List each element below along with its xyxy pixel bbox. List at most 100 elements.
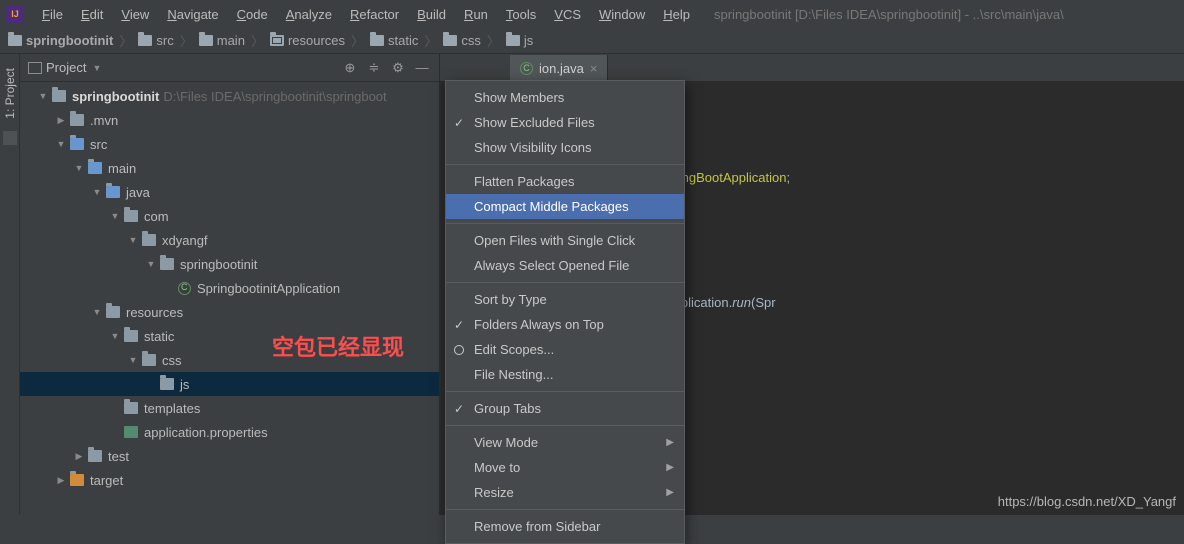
menu-item-label: Open Files with Single Click xyxy=(474,233,635,248)
menu-file[interactable]: File xyxy=(34,4,71,25)
breadcrumb-item[interactable]: css xyxy=(443,33,481,48)
menu-item-compact-middle-packages[interactable]: Compact Middle Packages xyxy=(446,194,684,219)
breadcrumb-label: static xyxy=(388,33,418,48)
menu-item-show-excluded-files[interactable]: ✓Show Excluded Files xyxy=(446,110,684,135)
tree-node[interactable]: ▶target xyxy=(20,468,439,492)
menu-item-edit-scopes-[interactable]: Edit Scopes... xyxy=(446,337,684,362)
target-icon[interactable]: ⊕ xyxy=(341,59,359,77)
project-panel-title[interactable]: Project ▼ xyxy=(28,60,335,75)
arrow-right-icon[interactable]: ▶ xyxy=(56,475,66,486)
arrow-down-icon[interactable]: ▼ xyxy=(146,259,156,269)
editor-tab[interactable]: C ion.java × xyxy=(510,55,608,81)
arrow-down-icon[interactable]: ▼ xyxy=(110,211,120,221)
menu-item-group-tabs[interactable]: ✓Group Tabs xyxy=(446,396,684,421)
arrow-right-icon[interactable]: ▶ xyxy=(74,451,84,462)
menu-code[interactable]: Code xyxy=(229,4,276,25)
project-tool-panel: Project ▼ ⊕ ≑ ⚙ ― 空包已经显现 ▼springbootinit… xyxy=(20,54,440,515)
breadcrumb-item[interactable]: static xyxy=(370,33,418,48)
breadcrumb-label: js xyxy=(524,33,533,48)
close-icon[interactable]: × xyxy=(590,61,598,76)
menu-item-label: Show Excluded Files xyxy=(474,115,595,130)
tree-node[interactable]: js xyxy=(20,372,439,396)
menu-help[interactable]: Help xyxy=(655,4,698,25)
menu-refactor[interactable]: Refactor xyxy=(342,4,407,25)
menu-item-file-nesting-[interactable]: File Nesting... xyxy=(446,362,684,387)
tree-node[interactable]: ▼css xyxy=(20,348,439,372)
toolwindow-square-icon xyxy=(3,131,17,145)
chevron-right-icon: 〉 xyxy=(487,31,500,50)
tree-node[interactable]: templates xyxy=(20,396,439,420)
folder-icon xyxy=(142,234,156,246)
menu-item-folders-always-on-top[interactable]: ✓Folders Always on Top xyxy=(446,312,684,337)
tree-node-label: resources xyxy=(126,305,183,320)
tree-node[interactable]: ▼main xyxy=(20,156,439,180)
menu-item-always-select-opened-file[interactable]: Always Select Opened File xyxy=(446,253,684,278)
folder-icon xyxy=(124,330,138,342)
menu-item-remove-from-sidebar[interactable]: Remove from Sidebar xyxy=(446,514,684,539)
tree-node-label: com xyxy=(144,209,169,224)
breadcrumb-label: resources xyxy=(288,33,345,48)
tree-node[interactable]: ▼ resources xyxy=(20,300,439,324)
arrow-down-icon[interactable]: ▼ xyxy=(128,355,138,365)
menu-item-open-files-with-single-click[interactable]: Open Files with Single Click xyxy=(446,228,684,253)
menu-window[interactable]: Window xyxy=(591,4,653,25)
collapse-icon[interactable]: ≑ xyxy=(365,59,383,77)
project-tree: 空包已经显现 ▼springbootinitD:\Files IDEA\spri… xyxy=(20,82,439,515)
menu-vcs[interactable]: VCS xyxy=(546,4,589,25)
menu-view[interactable]: View xyxy=(113,4,157,25)
arrow-down-icon[interactable]: ▼ xyxy=(38,91,48,101)
submenu-arrow-icon: ▶ xyxy=(666,462,674,473)
arrow-down-icon[interactable]: ▼ xyxy=(110,331,120,341)
hide-icon[interactable]: ― xyxy=(413,59,431,77)
menu-item-label: File Nesting... xyxy=(474,367,553,382)
breadcrumb-item[interactable]: springbootinit xyxy=(8,33,113,48)
arrow-down-icon[interactable]: ▼ xyxy=(56,139,66,149)
menu-item-view-mode[interactable]: View Mode▶ xyxy=(446,430,684,455)
tree-node[interactable]: ▼xdyangf xyxy=(20,228,439,252)
resources-icon xyxy=(106,306,120,318)
menu-item-show-visibility-icons[interactable]: Show Visibility Icons xyxy=(446,135,684,160)
tree-node[interactable]: ▼java xyxy=(20,180,439,204)
arrow-down-icon[interactable]: ▼ xyxy=(92,187,102,197)
menu-item-label: Always Select Opened File xyxy=(474,258,629,273)
menu-item-label: Remove from Sidebar xyxy=(474,519,600,534)
menu-item-flatten-packages[interactable]: Flatten Packages xyxy=(446,169,684,194)
menu-separator xyxy=(446,391,684,392)
menu-item-sort-by-type[interactable]: Sort by Type xyxy=(446,287,684,312)
tree-node[interactable]: ▶.mvn xyxy=(20,108,439,132)
menu-item-move-to[interactable]: Move to ▶ xyxy=(446,455,684,480)
tree-node[interactable]: ▼ com xyxy=(20,204,439,228)
breadcrumb-item[interactable]: js xyxy=(506,33,533,48)
tree-node[interactable]: ▼springbootinit xyxy=(20,252,439,276)
menu-run[interactable]: Run xyxy=(456,4,496,25)
menu-analyze[interactable]: Analyze xyxy=(278,4,340,25)
tree-node[interactable]: SpringbootinitApplication xyxy=(20,276,439,300)
breadcrumb-item[interactable]: main xyxy=(199,33,245,48)
arrow-down-icon[interactable]: ▼ xyxy=(74,163,84,173)
tree-node-label: springbootinit xyxy=(72,89,159,104)
code-token: run xyxy=(732,295,751,310)
chevron-right-icon: 〉 xyxy=(351,31,364,50)
prop-icon xyxy=(124,426,138,438)
tree-node[interactable]: ▼static xyxy=(20,324,439,348)
class-icon xyxy=(178,282,191,295)
arrow-right-icon[interactable]: ▶ xyxy=(56,115,66,126)
menu-item-show-members[interactable]: Show Members xyxy=(446,85,684,110)
breadcrumb-item[interactable]: src xyxy=(138,33,173,48)
tree-node[interactable]: ▼src xyxy=(20,132,439,156)
menu-navigate[interactable]: Navigate xyxy=(159,4,226,25)
menu-item-label: Move to xyxy=(474,460,520,475)
tree-node[interactable]: ▼springbootinitD:\Files IDEA\springbooti… xyxy=(20,84,439,108)
menu-tools[interactable]: Tools xyxy=(498,4,544,25)
menu-edit[interactable]: Edit xyxy=(73,4,111,25)
project-toolwindow-tab[interactable]: 1: Project xyxy=(1,62,19,125)
arrow-down-icon[interactable]: ▼ xyxy=(92,307,102,317)
breadcrumb-item[interactable]: resources xyxy=(270,33,345,48)
arrow-down-icon[interactable]: ▼ xyxy=(128,235,138,245)
menu-build[interactable]: Build xyxy=(409,4,454,25)
tree-node[interactable]: application.properties xyxy=(20,420,439,444)
menu-separator xyxy=(446,509,684,510)
gear-icon[interactable]: ⚙ xyxy=(389,59,407,77)
menu-item-resize[interactable]: Resize▶ xyxy=(446,480,684,505)
tree-node[interactable]: ▶test xyxy=(20,444,439,468)
